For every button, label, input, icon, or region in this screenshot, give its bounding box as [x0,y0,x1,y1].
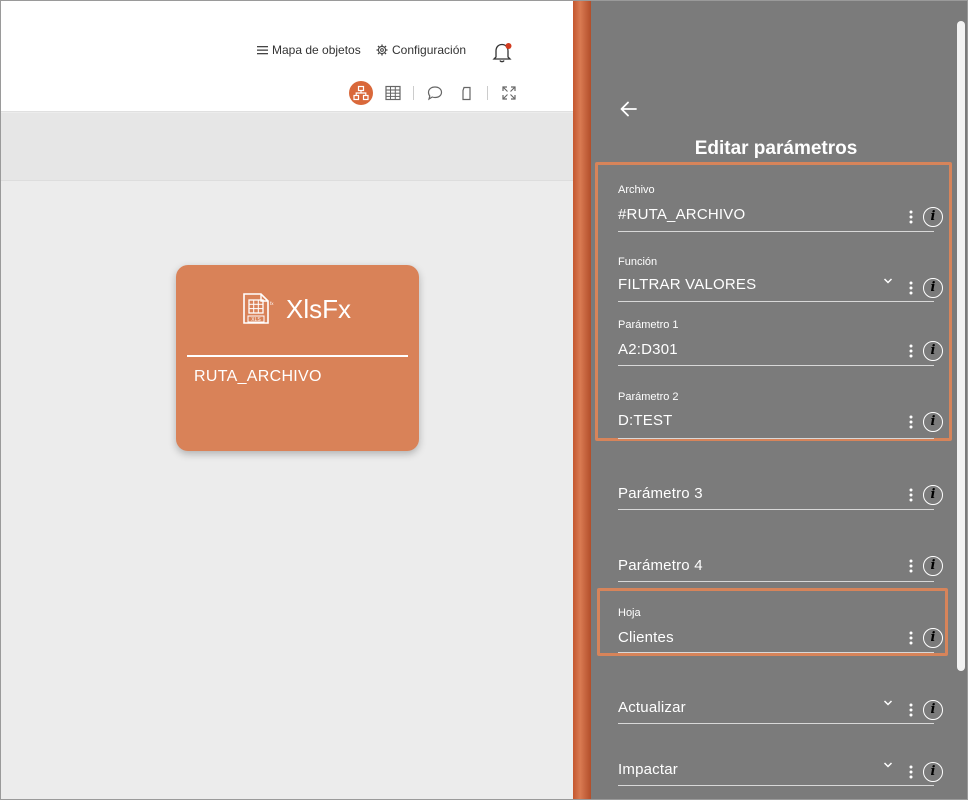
bell-icon[interactable] [490,40,514,64]
field-label: Archivo [618,184,655,196]
more-options-icon[interactable] [906,702,916,718]
more-options-icon[interactable] [906,414,916,430]
toolbar-divider-2 [487,86,488,100]
field-value[interactable]: A2:D301 [618,341,678,358]
field-value[interactable]: FILTRAR VALORES [618,276,756,293]
info-icon[interactable]: i [923,628,943,648]
field-underline [618,723,934,724]
back-arrow-icon[interactable] [618,98,640,120]
field-value[interactable]: #RUTA_ARCHIVO [618,206,745,223]
top-bar: Mapa de objetos Configuración [1,1,573,112]
info-icon[interactable]: i [923,485,943,505]
tag-icon [462,86,471,101]
more-options-icon[interactable] [906,280,916,296]
more-options-icon[interactable] [906,558,916,574]
settings-label: Configuración [392,43,467,57]
comment-icon [427,86,443,101]
toolbar-divider [413,86,414,100]
field-underline [618,652,934,653]
tag-button[interactable] [455,81,479,105]
field-underline [618,785,934,786]
hamburger-icon [257,46,268,55]
svg-text:fx: fx [270,301,274,306]
grid-icon [385,85,401,101]
node-divider [187,355,408,357]
view-toolbar [349,80,529,106]
xlsfx-node[interactable]: XLS fx XlsFx RUTA_ARCHIVO [176,265,419,451]
gear-icon [376,44,388,56]
field-underline [618,581,934,582]
excel-file-icon: XLS fx [243,293,274,324]
field-value[interactable]: Impactar [618,761,678,778]
field-label: Función [618,256,658,268]
field-label: Parámetro 1 [618,319,679,331]
diagram-view-button[interactable] [349,81,373,105]
more-options-icon[interactable] [906,630,916,646]
field-value[interactable]: Clientes [618,629,674,646]
app-window: Mapa de objetos Configuración XLS fx Xls… [0,0,968,800]
info-icon[interactable]: i [923,412,943,432]
chevron-down-icon[interactable] [882,759,894,771]
node-subtitle: RUTA_ARCHIVO [194,368,322,385]
chevron-down-icon[interactable] [882,697,894,709]
info-icon[interactable]: i [923,278,943,298]
canvas-header-strip [1,113,573,181]
canvas-area: Mapa de objetos Configuración XLS fx Xls… [1,1,573,799]
more-options-icon[interactable] [906,764,916,780]
xls-icon-text: XLS [251,317,261,323]
field-label: Hoja [618,607,641,619]
field-value[interactable]: Parámetro 3 [618,485,703,502]
field-underline [618,438,934,439]
info-icon[interactable]: i [923,341,943,361]
panel-title: Editar parámetros [694,138,858,159]
info-icon[interactable]: i [923,700,943,720]
chevron-down-icon[interactable] [882,275,894,287]
field-underline [618,509,934,510]
node-title: XlsFx [286,293,351,324]
field-value[interactable]: Actualizar [618,699,686,716]
more-options-icon[interactable] [906,209,916,225]
field-label: Parámetro 2 [618,391,679,403]
field-underline [618,231,934,232]
comment-button[interactable] [423,81,447,105]
more-options-icon[interactable] [906,343,916,359]
field-underline [618,365,934,366]
settings-link[interactable]: Configuración [376,43,466,57]
diagram-icon [353,85,369,101]
object-map-link[interactable]: Mapa de objetos [257,43,361,57]
more-options-icon[interactable] [906,487,916,503]
field-underline [618,301,934,302]
object-map-label: Mapa de objetos [272,43,361,57]
field-value[interactable]: Parámetro 4 [618,557,703,574]
fullscreen-icon [502,86,516,100]
grid-view-button[interactable] [381,81,405,105]
panel-splitter[interactable] [573,1,591,799]
info-icon[interactable]: i [923,207,943,227]
field-value[interactable]: D:TEST [618,412,673,429]
info-icon[interactable]: i [923,762,943,782]
info-icon[interactable]: i [923,556,943,576]
fullscreen-button[interactable] [497,81,521,105]
panel-scrollbar[interactable] [957,21,965,671]
node-header: XLS fx XlsFx [240,289,351,329]
